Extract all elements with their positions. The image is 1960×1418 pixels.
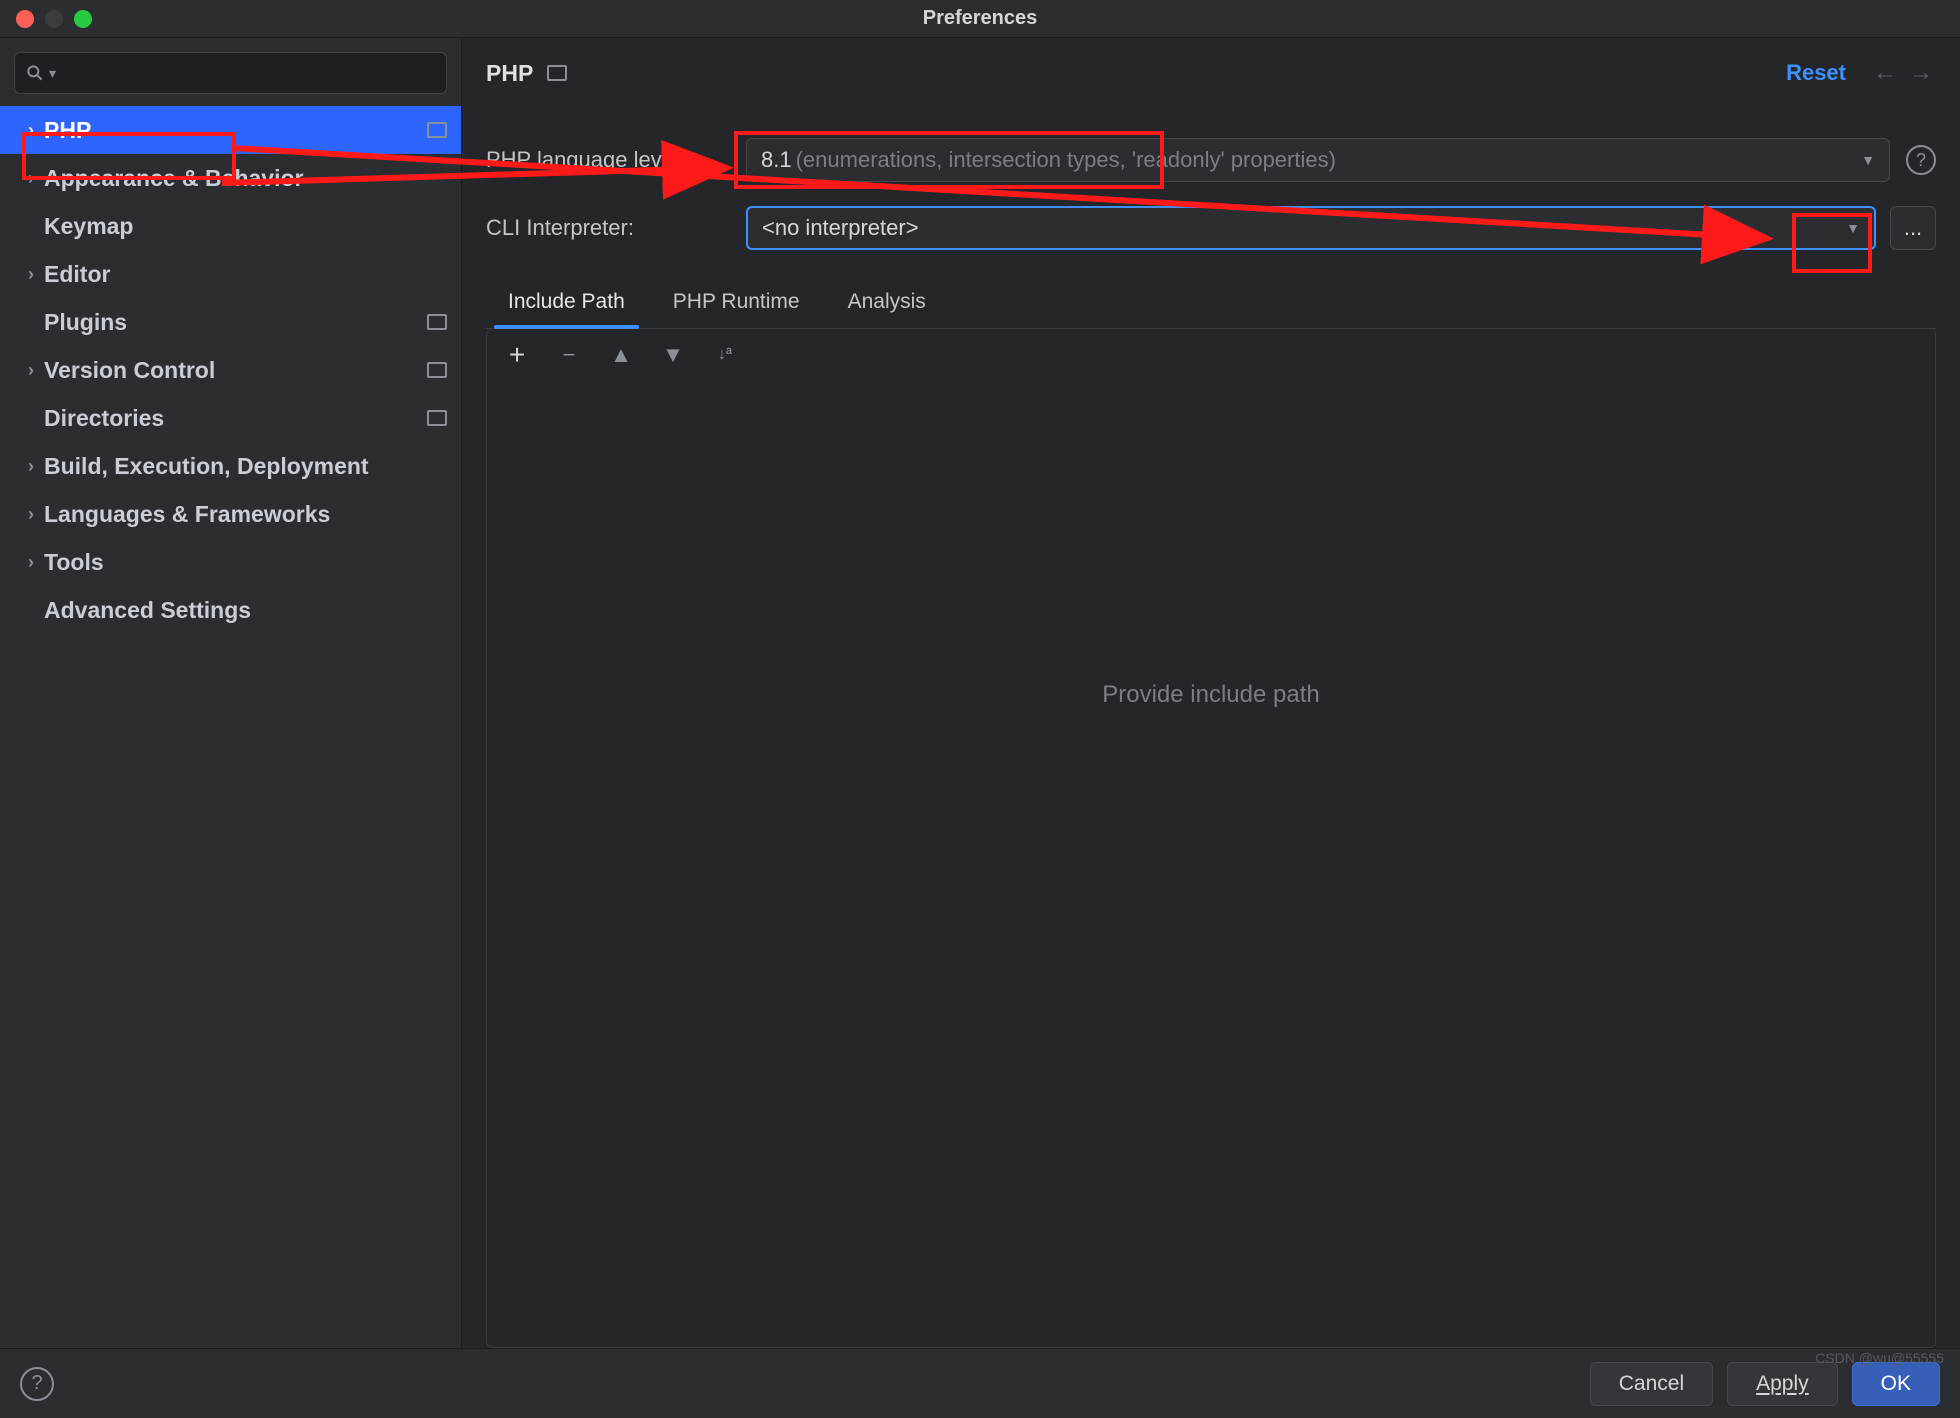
maximize-window-button[interactable]	[74, 10, 92, 28]
nav-back-button[interactable]: ←	[1870, 58, 1900, 88]
chevron-down-icon: ▼	[1846, 220, 1860, 236]
page-title: PHP	[486, 60, 533, 87]
sidebar-item-keymap[interactable]: Keymap	[0, 202, 461, 250]
language-level-hint: (enumerations, intersection types, 'read…	[796, 147, 1336, 173]
chevron-right-icon: ›	[20, 504, 42, 525]
ok-button[interactable]: OK	[1852, 1362, 1940, 1406]
project-badge-icon	[547, 65, 567, 81]
chevron-right-icon: ›	[20, 552, 42, 573]
sidebar-item-label: Directories	[44, 405, 164, 432]
dialog-footer: ? Cancel Apply OK	[0, 1348, 1960, 1418]
cli-interpreter-dropdown[interactable]: <no interpreter> ▼	[746, 206, 1876, 250]
sidebar-item-label: Keymap	[44, 213, 133, 240]
project-badge-icon	[427, 314, 447, 330]
search-input[interactable]: ▾	[14, 52, 447, 94]
reset-button[interactable]: Reset	[1786, 60, 1846, 86]
cli-interpreter-browse-button[interactable]: ...	[1890, 206, 1936, 250]
window-controls	[16, 10, 92, 28]
cli-interpreter-value: <no interpreter>	[762, 215, 919, 241]
sidebar-item-label: Build, Execution, Deployment	[44, 453, 369, 480]
settings-tree: ›PHP›Appearance & BehaviorKeymap›EditorP…	[0, 106, 461, 634]
cli-interpreter-label: CLI Interpreter:	[486, 215, 746, 241]
sidebar-item-label: Tools	[44, 549, 104, 576]
include-path-toolbar: + − ▲ ▼ ↓ª	[486, 329, 1936, 381]
chevron-right-icon: ›	[20, 456, 42, 477]
main-panel: PHP Reset ← → PHP language level: 8.1 (e…	[462, 38, 1960, 1348]
chevron-right-icon: ›	[20, 168, 42, 189]
chevron-right-icon: ›	[20, 360, 42, 381]
search-dropdown-icon[interactable]: ▾	[49, 65, 56, 82]
sidebar-item-advanced-settings[interactable]: Advanced Settings	[0, 586, 461, 634]
project-badge-icon	[427, 410, 447, 426]
help-button[interactable]: ?	[20, 1367, 54, 1401]
tab-include-path[interactable]: Include Path	[504, 280, 629, 328]
remove-button[interactable]: −	[557, 342, 581, 368]
cancel-button[interactable]: Cancel	[1590, 1362, 1713, 1406]
minimize-window-button[interactable]	[45, 10, 63, 28]
include-path-list[interactable]: Provide include path	[486, 381, 1936, 1348]
sidebar-item-languages-frameworks[interactable]: ›Languages & Frameworks	[0, 490, 461, 538]
title-bar: Preferences	[0, 0, 1960, 38]
nav-forward-button[interactable]: →	[1906, 58, 1936, 88]
add-button[interactable]: +	[505, 339, 529, 371]
tab-analysis[interactable]: Analysis	[844, 280, 930, 328]
watermark: CSDN @wu@55555	[1815, 1350, 1944, 1366]
cli-interpreter-row: CLI Interpreter: <no interpreter> ▼ ...	[486, 206, 1936, 250]
sidebar-item-php[interactable]: ›PHP	[0, 106, 461, 154]
sidebar-item-label: Editor	[44, 261, 110, 288]
sidebar: ▾ ›PHP›Appearance & BehaviorKeymap›Edito…	[0, 38, 462, 1348]
project-badge-icon	[427, 122, 447, 138]
sidebar-item-label: PHP	[44, 117, 91, 144]
apply-button[interactable]: Apply	[1727, 1362, 1838, 1406]
tab-php-runtime[interactable]: PHP Runtime	[669, 280, 804, 328]
sidebar-item-plugins[interactable]: Plugins	[0, 298, 461, 346]
sidebar-item-label: Version Control	[44, 357, 215, 384]
project-badge-icon	[427, 362, 447, 378]
sidebar-item-label: Plugins	[44, 309, 127, 336]
sidebar-item-editor[interactable]: ›Editor	[0, 250, 461, 298]
tabs: Include Path PHP Runtime Analysis	[486, 280, 1936, 329]
chevron-right-icon: ›	[20, 120, 42, 141]
language-level-value: 8.1	[761, 147, 792, 173]
settings-header: PHP Reset ← →	[486, 38, 1936, 108]
language-level-label: PHP language level:	[486, 147, 746, 173]
language-level-row: PHP language level: 8.1 (enumerations, i…	[486, 138, 1936, 182]
sidebar-item-label: Advanced Settings	[44, 597, 251, 624]
sidebar-item-label: Languages & Frameworks	[44, 501, 330, 528]
empty-state-text: Provide include path	[1102, 681, 1319, 709]
sort-button[interactable]: ↓ª	[713, 346, 737, 364]
chevron-down-icon: ▼	[1861, 152, 1875, 168]
sidebar-item-label: Appearance & Behavior	[44, 165, 303, 192]
sidebar-item-tools[interactable]: ›Tools	[0, 538, 461, 586]
sidebar-item-version-control[interactable]: ›Version Control	[0, 346, 461, 394]
sidebar-item-build-execution-deployment[interactable]: ›Build, Execution, Deployment	[0, 442, 461, 490]
chevron-right-icon: ›	[20, 264, 42, 285]
sidebar-item-appearance-behavior[interactable]: ›Appearance & Behavior	[0, 154, 461, 202]
search-icon	[25, 63, 45, 83]
close-window-button[interactable]	[16, 10, 34, 28]
move-up-button[interactable]: ▲	[609, 342, 633, 368]
sidebar-item-directories[interactable]: Directories	[0, 394, 461, 442]
move-down-button[interactable]: ▼	[661, 342, 685, 368]
language-level-dropdown[interactable]: 8.1 (enumerations, intersection types, '…	[746, 138, 1890, 182]
help-icon[interactable]: ?	[1906, 145, 1936, 175]
window-title: Preferences	[923, 7, 1038, 30]
